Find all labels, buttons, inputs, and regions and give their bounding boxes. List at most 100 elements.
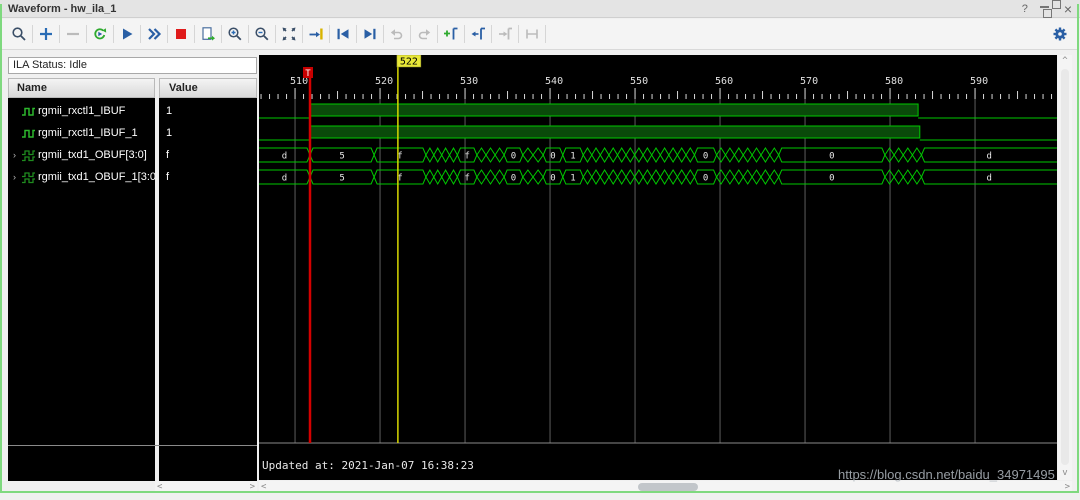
add-marker-button[interactable] xyxy=(440,22,462,46)
signal-lane-rgmii_rxctl1_IBUF[interactable] xyxy=(259,104,1057,118)
goto-start-button[interactable] xyxy=(332,22,354,46)
toolbar-separator xyxy=(248,25,249,43)
signal-value-panel: 11ff xyxy=(159,98,257,481)
toolbar-separator xyxy=(491,25,492,43)
waveform-area[interactable]: 510520530540550560570580590d5ff00100dd5f… xyxy=(259,55,1057,480)
marker-range-icon xyxy=(524,26,540,42)
title-bar: Waveform - hw_ila_1 ? × xyxy=(0,0,1080,18)
bus-value-label: 0 xyxy=(550,152,555,162)
bus-value-label: d xyxy=(282,174,287,184)
signal-value[interactable]: f xyxy=(159,166,257,188)
scroll-up-arrow-icon[interactable]: ^ xyxy=(1062,57,1067,66)
remove-icon xyxy=(65,26,81,42)
stop-trigger-button[interactable] xyxy=(170,22,192,46)
toolbar-separator xyxy=(275,25,276,43)
bus-value-label: 0 xyxy=(511,152,516,162)
column-header-value[interactable]: Value xyxy=(159,78,257,98)
waveform-plot[interactable]: 510520530540550560570580590d5ff00100dd5f… xyxy=(259,55,1057,480)
trigger-marker[interactable]: T xyxy=(303,67,313,443)
updated-timestamp: Updated at: 2021-Jan-07 16:38:23 xyxy=(262,459,474,472)
column-header-name[interactable]: Name xyxy=(8,78,155,98)
horizontal-scroll-thumb[interactable] xyxy=(638,483,698,491)
zoom-in-icon xyxy=(227,26,243,42)
toolbar-separator xyxy=(356,25,357,43)
undo-icon xyxy=(389,26,405,42)
signal-name-panel: rgmii_rxctl1_IBUFrgmii_rxctl1_IBUF_1›rgm… xyxy=(8,98,155,481)
search-icon xyxy=(11,26,27,42)
run-trigger-icon xyxy=(119,26,135,42)
bus-value-label: 0 xyxy=(511,174,516,184)
signal-value[interactable]: f xyxy=(159,144,257,166)
signal-row[interactable]: ›rgmii_txd1_OBUF_1[3:0] xyxy=(8,166,155,188)
signal-value[interactable]: 1 xyxy=(159,122,257,144)
prev-marker-button[interactable] xyxy=(467,22,489,46)
zoom-out-button[interactable] xyxy=(251,22,273,46)
zoom-in-button[interactable] xyxy=(224,22,246,46)
axis-tick-label: 590 xyxy=(970,76,988,87)
zoom-fit-button[interactable] xyxy=(278,22,300,46)
goto-end-icon xyxy=(362,26,378,42)
expander-chevron-icon[interactable]: › xyxy=(8,150,21,160)
signal-lane-rgmii_txd1_OBUF[3:0][interactable]: d5ff00100d xyxy=(259,148,1057,162)
axis-tick-label: 560 xyxy=(715,76,733,87)
waveform-window: Waveform - hw_ila_1 ? × ILA Status: Idle… xyxy=(0,0,1080,500)
toolbar-separator xyxy=(302,25,303,43)
toolbar-separator xyxy=(437,25,438,43)
goto-start-icon xyxy=(335,26,351,42)
axis-tick-label: 530 xyxy=(460,76,478,87)
axis-tick-label: 520 xyxy=(375,76,393,87)
run-trigger-button[interactable] xyxy=(116,22,138,46)
undo-button xyxy=(386,22,408,46)
close-icon[interactable]: × xyxy=(1064,2,1072,16)
left-panel-divider xyxy=(8,445,257,446)
signal-lane-rgmii_txd1_OBUF_1[3:0][interactable]: d5ff00100d xyxy=(259,170,1057,184)
window-title: Waveform - hw_ila_1 xyxy=(8,3,116,15)
toolbar-separator xyxy=(518,25,519,43)
bus-value-label: 1 xyxy=(570,174,575,184)
export-button[interactable] xyxy=(197,22,219,46)
search-button[interactable] xyxy=(8,22,30,46)
bit-signal-icon xyxy=(21,127,36,140)
help-icon[interactable]: ? xyxy=(1022,2,1028,16)
expander-chevron-icon[interactable]: › xyxy=(8,172,21,182)
toolbar-separator xyxy=(113,25,114,43)
csdn-watermark: https://blog.csdn.net/baidu_34971495 xyxy=(838,467,1076,484)
signal-row[interactable]: rgmii_rxctl1_IBUF_1 xyxy=(8,122,155,144)
toolbar-separator xyxy=(410,25,411,43)
toolbar-separator xyxy=(140,25,141,43)
settings-gear-icon[interactable] xyxy=(1049,22,1071,46)
waveform-vertical-scrollbar[interactable]: ^ v xyxy=(1058,55,1072,480)
bus-value-label: 1 xyxy=(570,152,575,162)
signal-name: rgmii_txd1_OBUF[3:0] xyxy=(38,149,147,161)
toolbar xyxy=(2,19,1077,50)
redo-icon xyxy=(416,26,432,42)
redo-button xyxy=(413,22,435,46)
bus-signal-icon xyxy=(21,171,36,184)
vertical-scroll-thumb[interactable] xyxy=(1061,69,1069,465)
signal-name: rgmii_rxctl1_IBUF xyxy=(38,105,125,117)
signal-value[interactable]: 1 xyxy=(159,100,257,122)
restart-icon xyxy=(92,26,108,42)
grid-lines xyxy=(295,88,975,443)
toolbar-separator xyxy=(194,25,195,43)
remove-button xyxy=(62,22,84,46)
restart-button[interactable] xyxy=(89,22,111,46)
bus-value-label: 0 xyxy=(829,152,834,162)
signal-lane-rgmii_rxctl1_IBUF_1[interactable] xyxy=(259,126,1057,140)
bus-value-label: 0 xyxy=(703,152,708,162)
bus-value-label: f xyxy=(464,174,469,184)
signal-row[interactable]: › rgmii_txd1_OBUF[3:0] xyxy=(8,144,155,166)
signal-row[interactable]: rgmii_rxctl1_IBUF xyxy=(8,100,155,122)
goto-end-button[interactable] xyxy=(359,22,381,46)
bus-value-label: 0 xyxy=(703,174,708,184)
toolbar-separator xyxy=(221,25,222,43)
axis-tick-label: 570 xyxy=(800,76,818,87)
add-button[interactable] xyxy=(35,22,57,46)
bus-value-label: d xyxy=(987,174,992,184)
time-ruler[interactable]: 510520530540550560570580590 xyxy=(261,76,1052,99)
signal-name: rgmii_rxctl1_IBUF_1 xyxy=(38,127,138,139)
toolbar-separator xyxy=(167,25,168,43)
goto-cursor-button[interactable] xyxy=(305,22,327,46)
bus-value-label: 0 xyxy=(829,174,834,184)
run-immediate-button[interactable] xyxy=(143,22,165,46)
